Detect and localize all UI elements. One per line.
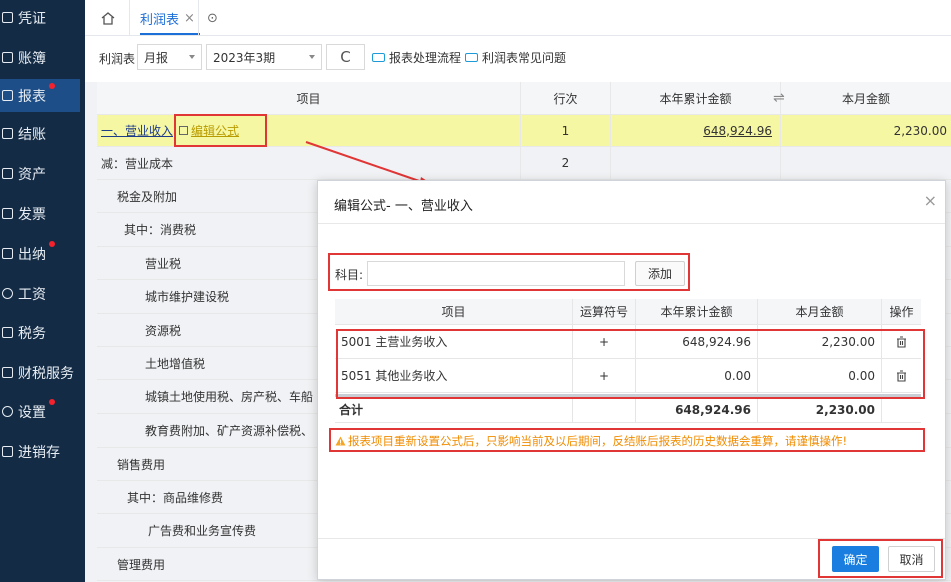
table-row: 5051 其他业务收入 + 0.00 0.00 [335,359,921,393]
row-month: 2,230.00 [758,325,882,358]
row-ytd: 0.00 [636,359,758,392]
header-operator: 运算符号 [573,299,636,324]
header-ytd: 本年累计金额 [636,299,758,324]
header-action: 操作 [889,305,914,319]
row-month: 0.00 [758,359,882,392]
header-month: 本月金额 [758,299,882,324]
warning-text: 报表项目重新设置公式后，只影响当前及以后期间，反结账后报表的历史数据会重算，请谨… [348,434,848,448]
total-label: 合计 [335,397,573,422]
row-item: 5001 主营业务收入 [335,325,573,358]
table-row: 5001 主营业务收入 + 648,924.96 2,230.00 [335,325,921,359]
edit-formula-dialog: 编辑公式- 一、营业收入 × 科目: 添加 项目 运算符号 本年累计金额 本月金… [317,180,946,580]
close-icon[interactable]: × [924,191,937,210]
warning-message: 报表项目重新设置公式后，只影响当前及以后期间，反结账后报表的历史数据会重算，请谨… [335,433,847,449]
total-row: 合计 648,924.96 2,230.00 [335,397,921,423]
dialog-title: 编辑公式- 一、营业收入 [334,199,473,214]
total-ytd: 648,924.96 [636,397,758,422]
subject-input[interactable] [367,261,625,286]
warning-icon [335,436,346,446]
add-button[interactable]: 添加 [635,261,685,286]
trash-icon[interactable] [882,325,921,358]
total-month: 2,230.00 [758,397,882,422]
row-ytd: 648,924.96 [636,325,758,358]
row-operator: + [573,325,636,358]
row-operator: + [573,359,636,392]
trash-icon[interactable] [882,359,921,392]
row-item: 5051 其他业务收入 [335,359,573,392]
subject-label: 科目: [335,268,364,282]
formula-table: 项目 运算符号 本年累计金额 本月金额 操作 5001 主营业务收入 + 648… [335,299,921,425]
confirm-button[interactable]: 确定 [832,546,879,572]
header-item: 项目 [335,299,573,324]
formula-table-header: 项目 运算符号 本年累计金额 本月金额 操作 [335,299,921,325]
cancel-button[interactable]: 取消 [888,546,935,572]
